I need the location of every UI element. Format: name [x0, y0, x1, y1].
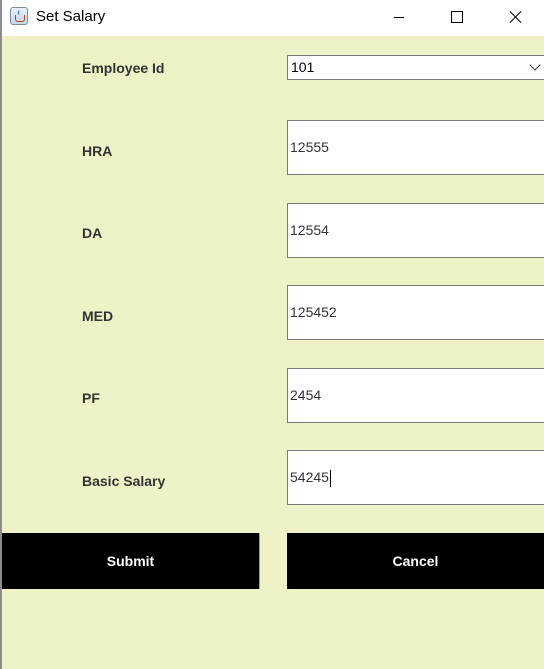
hra-label: HRA [82, 143, 113, 159]
maximize-button[interactable] [434, 0, 480, 34]
da-label: DA [82, 225, 103, 241]
pf-label: PF [82, 390, 100, 406]
med-value: 125452 [290, 304, 337, 320]
da-value: 12554 [290, 222, 329, 238]
text-caret [329, 469, 331, 487]
minimize-icon [394, 16, 404, 18]
submit-button[interactable]: Submit [2, 533, 260, 589]
title-bar[interactable]: Set Salary [2, 0, 544, 36]
maximize-icon [451, 11, 463, 23]
employee-id-value: 101 [291, 59, 315, 75]
close-icon [509, 10, 523, 24]
set-salary-window: Set Salary Employee Id 101 HRA 12555 DA … [0, 0, 544, 669]
pf-field[interactable]: 2454 [287, 368, 544, 423]
basic-salary-field[interactable]: 54245 [287, 450, 544, 505]
med-label: MED [82, 308, 114, 324]
java-cup-icon [10, 7, 28, 25]
da-field[interactable]: 12554 [287, 203, 544, 258]
close-button[interactable] [493, 0, 539, 34]
minimize-button[interactable] [376, 0, 422, 34]
cancel-button[interactable]: Cancel [287, 533, 544, 589]
chevron-down-icon[interactable] [529, 59, 541, 71]
med-field[interactable]: 125452 [287, 285, 544, 340]
basic-salary-label: Basic Salary [82, 473, 166, 489]
hra-value: 12555 [290, 139, 329, 155]
form-panel: Employee Id 101 HRA 12555 DA 12554 MED 1… [2, 36, 544, 669]
pf-value: 2454 [290, 387, 322, 403]
employee-id-label: Employee Id [82, 60, 165, 76]
window-title: Set Salary [36, 8, 106, 25]
hra-field[interactable]: 12555 [287, 120, 544, 175]
basic-salary-value: 54245 [290, 469, 329, 485]
employee-id-select[interactable]: 101 [287, 55, 544, 80]
